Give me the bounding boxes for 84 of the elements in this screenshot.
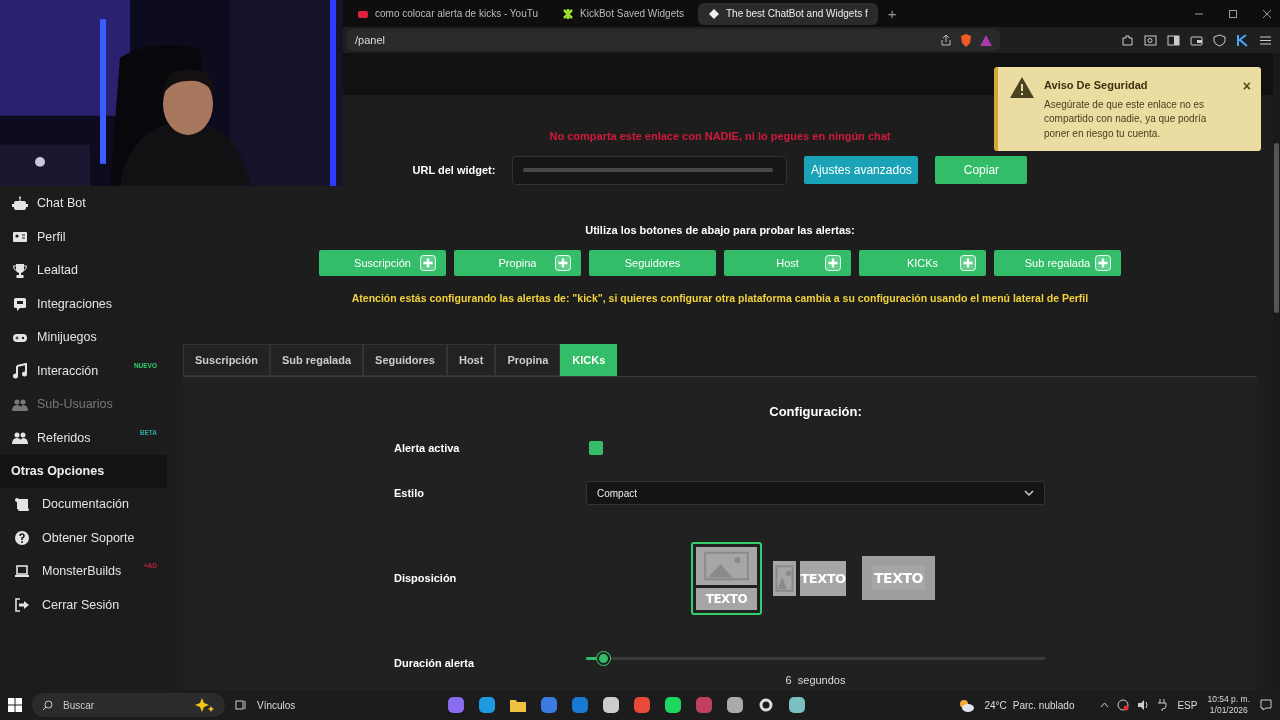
triangle-icon[interactable] [980, 34, 992, 46]
slider-thumb[interactable] [597, 651, 611, 665]
menu-icon[interactable] [1259, 33, 1272, 47]
wallet-icon[interactable] [1190, 33, 1203, 47]
logout-icon [14, 597, 30, 614]
slider-fill [586, 656, 598, 660]
image-placeholder-icon [696, 546, 757, 585]
music-icon [12, 363, 28, 380]
image-placeholder-icon [773, 560, 796, 596]
sidebar-item[interactable]: Perfil [0, 220, 167, 254]
task-view-icon[interactable] [235, 699, 247, 711]
field-label: Alerta activa [394, 441, 461, 456]
sidebar-item[interactable]: Lealtad [0, 254, 167, 288]
sidebar-icon[interactable] [1167, 33, 1180, 47]
duration-value: 6 segundos [785, 673, 846, 686]
url-field[interactable] [512, 155, 788, 185]
weather-icon[interactable] [958, 698, 975, 712]
warning-icon [1010, 77, 1034, 98]
field-label: Disposición [394, 571, 458, 586]
k-icon[interactable] [1236, 33, 1249, 47]
taskbar-label[interactable]: Vínculos [257, 697, 296, 713]
app-icon[interactable] [726, 696, 745, 714]
app-icon[interactable] [664, 696, 683, 714]
trophy-icon [12, 262, 28, 279]
style-select[interactable]: Compact [586, 481, 1045, 506]
sidebar-item[interactable]: Cerrar Sesión [0, 588, 167, 622]
browser-tab[interactable]: The best ChatBot and Widgets f [698, 2, 878, 25]
app-icon[interactable] [788, 696, 807, 714]
sparkle-icon [195, 698, 215, 712]
warning-text: No comparta este enlace con NADIE, ni lo pegues en ningún chat [549, 129, 891, 144]
help-icon [14, 530, 30, 547]
notice-text: Atención estás configurando las alertas de: "kick", si quieres configurar otra plataforma cambia a su configuración usando el menú lateral de Perfil [351, 291, 1089, 306]
chevron-down-icon [1024, 490, 1034, 497]
users-icon [12, 430, 28, 447]
alert-tab[interactable]: Sub regalada [269, 343, 364, 376]
browser-tab[interactable]: KickBot Saved Widgets [552, 2, 694, 25]
instruction-text: Utiliza los botones de abajo para probar las alertas: [585, 222, 855, 238]
layout-text: TEXTO [696, 587, 757, 610]
speaker-icon[interactable] [1137, 699, 1150, 711]
close-button[interactable]: × [1242, 79, 1251, 93]
scroll-icon [14, 496, 30, 513]
sidebar-item[interactable]: Integraciones [0, 287, 167, 321]
windows-icon[interactable] [8, 698, 22, 712]
blurred-text-icon [523, 165, 774, 175]
app-icon[interactable] [602, 696, 621, 714]
browser-tab[interactable]: como colocar alerta de kicks - YouTu [347, 2, 549, 25]
laptop-icon [14, 563, 30, 580]
search-field[interactable]: Buscar [32, 693, 225, 717]
temperature-text: 24°C [984, 698, 1007, 713]
alert-tab[interactable]: Propina [495, 343, 561, 376]
layout-text: TEXTO [800, 560, 846, 596]
toast-title: Aviso De Seguridad [1044, 78, 1149, 93]
diamond-icon [708, 7, 720, 20]
share-icon[interactable] [940, 34, 952, 46]
puzzle-icon[interactable] [1121, 33, 1134, 47]
chevron-up-icon[interactable] [1100, 702, 1110, 708]
app-icon[interactable] [478, 696, 497, 714]
section-heading: Otras Opciones [0, 455, 167, 488]
sidebar-item[interactable]: Minijuegos [0, 321, 167, 355]
sidebar-item[interactable]: Chat Bot [0, 187, 167, 221]
field-label: Estilo [394, 486, 425, 501]
language-indicator[interactable]: ESP [1177, 697, 1198, 713]
address-bar[interactable]: /panel [347, 29, 1000, 51]
chat-icon [12, 296, 28, 313]
section-title: Configuración: [768, 402, 863, 421]
robot-icon [12, 195, 28, 212]
weather-text: Parc. nublado [1012, 698, 1075, 713]
toast-message: Asegúrate de que este enlace no es compartido con nadie, ya que podría poner en riesgo tu cuenta. [1044, 97, 1208, 141]
field-label: Duración alerta [394, 656, 476, 671]
new-tab-button[interactable]: + [881, 6, 903, 21]
maximize-icon[interactable] [1228, 8, 1238, 19]
shield-icon[interactable] [1213, 33, 1226, 47]
notification-icon[interactable] [1260, 699, 1272, 711]
scrollbar-thumb[interactable] [1274, 143, 1279, 313]
close-icon[interactable] [1262, 8, 1272, 19]
checkbox[interactable] [589, 441, 603, 456]
alert-tab[interactable]: Suscripción [183, 343, 270, 376]
clock[interactable]: 10:54 p. m. 1/01/2026 [1207, 694, 1250, 716]
alert-tab[interactable]: Seguidores [363, 343, 447, 376]
sidebar-item[interactable]: Documentación [0, 488, 167, 522]
alert-tab[interactable]: Host [446, 343, 496, 376]
sidebar-item[interactable]: Obtener Soporte [0, 521, 167, 555]
network-icon[interactable] [1117, 699, 1130, 711]
field-label: URL del widget: [412, 162, 496, 178]
